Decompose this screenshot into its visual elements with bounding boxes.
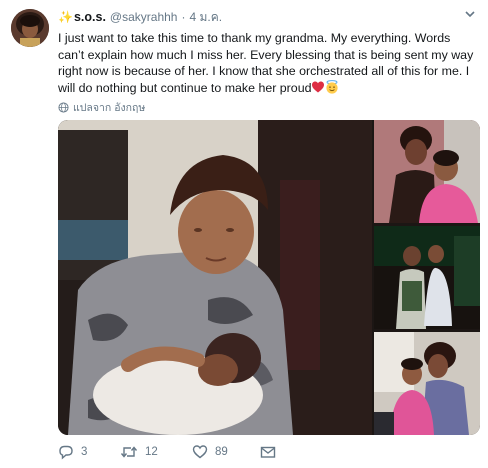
like-count: 89 [215,446,228,458]
tweet-text: I just want to take this time to thank m… [58,30,478,96]
photo-main[interactable] [58,120,372,435]
like-button[interactable]: 89 [192,444,260,460]
reply-icon [59,445,73,460]
translate-label: แปลจาก อังกฤษ [73,102,146,114]
translate-link[interactable]: แปลจาก อังกฤษ [58,99,145,116]
heart-icon [192,445,208,459]
chevron-down-icon[interactable] [464,8,476,23]
sparkles-icon: ✨ [58,10,73,24]
reply-button[interactable]: 3 [58,444,120,460]
smiling-face-with-halo-icon [325,79,339,94]
display-name[interactable]: s.o.s. [74,10,106,24]
red-heart-icon [311,80,325,94]
photo-side-1[interactable] [374,120,480,223]
media-grid [58,120,480,435]
photo-side-2[interactable] [374,226,480,329]
retweet-button[interactable]: 12 [120,444,192,460]
retweet-count: 12 [145,446,158,458]
tweet-header: ✨ s.o.s. @sakyrahhh · 4 ม.ค. [58,8,478,26]
reply-count: 3 [81,446,88,458]
photo-side-3[interactable] [374,332,480,435]
tweet-date[interactable]: 4 ม.ค. [189,8,222,27]
tweet-text-body: I just want to take this time to thank m… [58,31,474,95]
avatar-photo [11,9,49,47]
separator-dot: · [181,10,186,24]
tweet-actions: 3 12 89 [58,444,298,460]
direct-message-button[interactable] [260,444,283,460]
avatar[interactable] [11,9,49,47]
globe-icon [58,102,69,113]
user-handle[interactable]: @sakyrahhh [110,10,178,24]
retweet-icon [120,446,138,458]
envelope-icon [260,446,276,458]
